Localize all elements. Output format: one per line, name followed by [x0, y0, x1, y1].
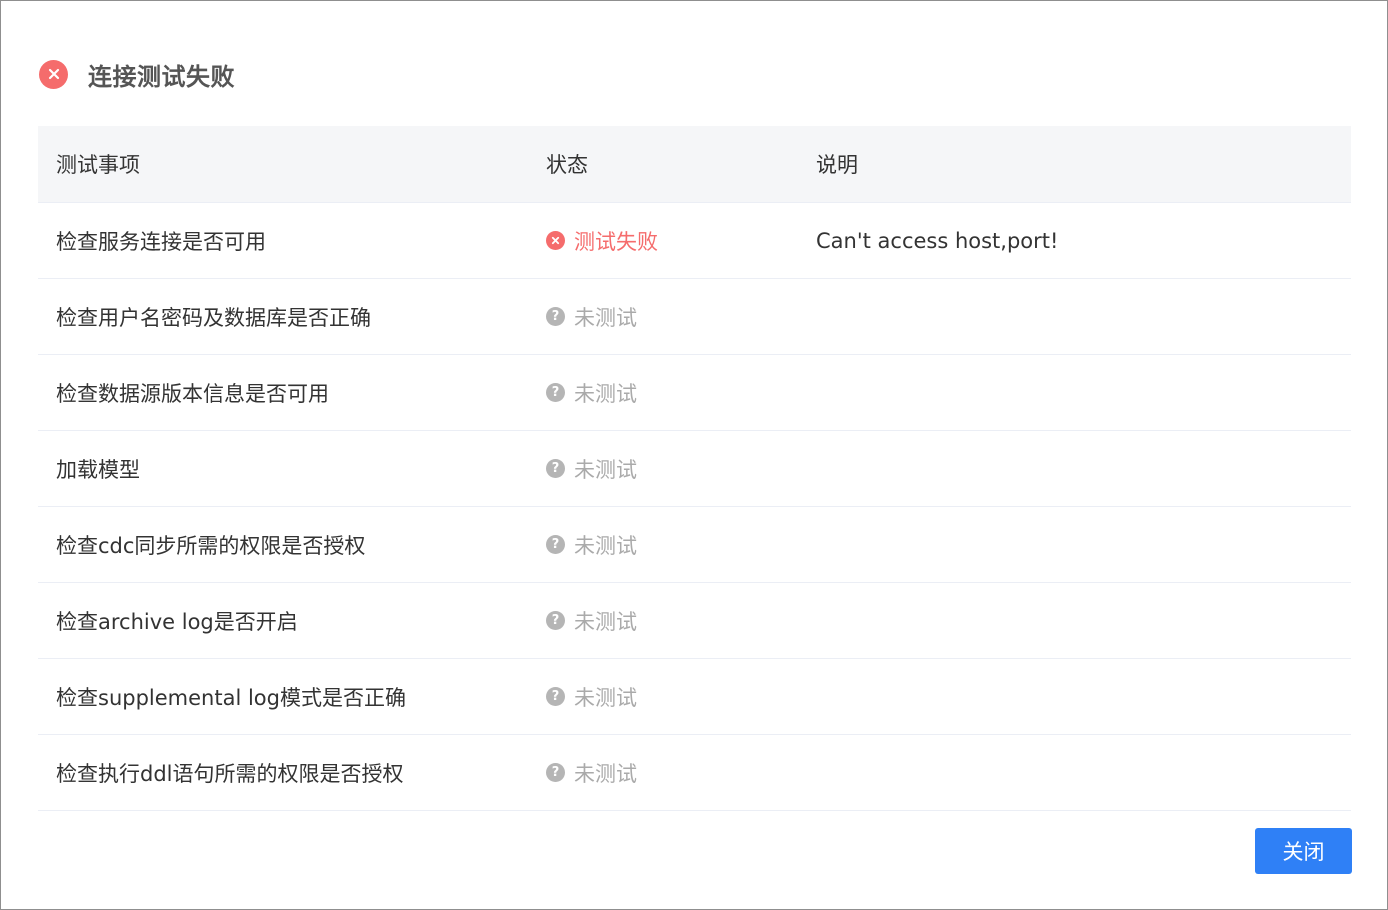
test-item-name: 检查执行ddl语句所需的权限是否授权 — [56, 761, 404, 786]
error-circle-icon — [39, 59, 68, 89]
test-status-label: 未测试 — [574, 685, 637, 710]
test-status: ? 未测试 — [528, 530, 798, 560]
dialog-header: 连接测试失败 — [39, 57, 235, 91]
test-status-label: 未测试 — [574, 457, 637, 482]
test-description: Can't access host,port! — [816, 228, 1059, 253]
error-circle-icon — [546, 231, 565, 250]
question-circle-icon: ? — [546, 459, 565, 478]
test-status-label: 未测试 — [574, 305, 637, 330]
header-test-item: 测试事项 — [56, 153, 140, 177]
test-status-label: 未测试 — [574, 533, 637, 558]
test-status: 测试失败 — [528, 226, 798, 256]
table-body: 检查服务连接是否可用 测试失败 Can't access host,port! 检查用… — [38, 203, 1351, 811]
test-item-name: 检查数据源版本信息是否可用 — [56, 381, 329, 406]
table-row: 检查supplemental log模式是否正确? 未测试 — [38, 659, 1351, 735]
test-status-label: 未测试 — [574, 761, 637, 786]
test-results-table: 测试事项 状态 说明 检查服务连接是否可用 测试失败 Can't access ho… — [38, 126, 1351, 811]
test-status: ? 未测试 — [528, 454, 798, 484]
test-status-label: 测试失败 — [574, 229, 658, 254]
table-row: 检查服务连接是否可用 测试失败 Can't access host,port! — [38, 203, 1351, 279]
test-status: ? 未测试 — [528, 606, 798, 636]
test-item-name: 加载模型 — [56, 457, 140, 482]
question-circle-icon: ? — [546, 763, 565, 782]
table-header: 测试事项 状态 说明 — [38, 126, 1351, 203]
test-item-name: 检查服务连接是否可用 — [56, 229, 266, 254]
close-button[interactable]: 关闭 — [1255, 828, 1352, 874]
question-circle-icon: ? — [546, 307, 565, 326]
question-circle-icon: ? — [546, 535, 565, 554]
header-status: 状态 — [546, 153, 588, 177]
table-row: 检查archive log是否开启? 未测试 — [38, 583, 1351, 659]
table-row: 检查用户名密码及数据库是否正确? 未测试 — [38, 279, 1351, 355]
test-item-name: 检查supplemental log模式是否正确 — [56, 685, 406, 710]
test-item-name: 检查cdc同步所需的权限是否授权 — [56, 533, 366, 558]
question-circle-icon: ? — [546, 687, 565, 706]
table-row: 检查数据源版本信息是否可用? 未测试 — [38, 355, 1351, 431]
test-status: ? 未测试 — [528, 682, 798, 712]
test-status: ? 未测试 — [528, 302, 798, 332]
test-status: ? 未测试 — [528, 758, 798, 788]
dialog-title: 连接测试失败 — [88, 62, 235, 91]
connection-test-dialog: 连接测试失败 测试事项 状态 说明 检查服务连接是否可用 测试失败 Can't ac… — [0, 0, 1388, 910]
question-circle-icon: ? — [546, 611, 565, 630]
test-item-name: 检查archive log是否开启 — [56, 609, 298, 634]
table-row: 检查执行ddl语句所需的权限是否授权? 未测试 — [38, 735, 1351, 811]
table-row: 检查cdc同步所需的权限是否授权? 未测试 — [38, 507, 1351, 583]
test-status-label: 未测试 — [574, 609, 637, 634]
test-status-label: 未测试 — [574, 381, 637, 406]
table-row: 加载模型? 未测试 — [38, 431, 1351, 507]
question-circle-icon: ? — [546, 383, 565, 402]
header-description: 说明 — [816, 153, 858, 177]
test-status: ? 未测试 — [528, 378, 798, 408]
test-item-name: 检查用户名密码及数据库是否正确 — [56, 305, 371, 330]
